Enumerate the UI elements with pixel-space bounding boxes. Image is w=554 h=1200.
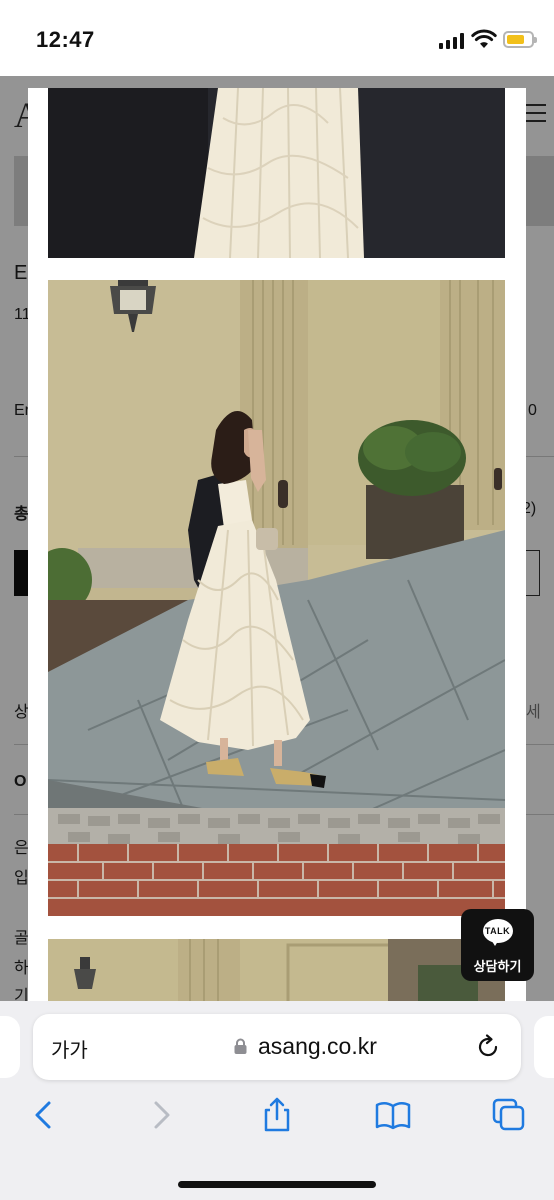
product-photo-skirt-detail (48, 88, 505, 258)
browser-bottom-bar: 가가 asang.co.kr (0, 1001, 554, 1200)
previous-tab-peek[interactable] (0, 1016, 20, 1078)
bookmarks-icon[interactable] (375, 1097, 411, 1133)
product-image-viewer[interactable] (28, 88, 526, 1001)
tabs-icon[interactable] (491, 1097, 527, 1133)
status-bar: 12:47 (0, 0, 554, 76)
chat-badge-text: TALK (484, 926, 511, 936)
back-icon[interactable] (25, 1097, 61, 1133)
reload-icon[interactable] (474, 1033, 502, 1061)
chat-consult-button[interactable]: TALK 상담하기 (461, 909, 534, 981)
battery-icon (503, 31, 537, 48)
product-photo-outfit (48, 280, 505, 916)
battery-level (507, 35, 524, 44)
share-icon[interactable] (259, 1097, 295, 1133)
wifi-icon (471, 29, 497, 48)
home-indicator (178, 1181, 376, 1188)
cellular-signal-icon (439, 33, 465, 49)
forward-icon[interactable] (144, 1097, 180, 1133)
chat-button-label: 상담하기 (473, 959, 522, 974)
next-tab-peek[interactable] (534, 1016, 554, 1078)
product-photo-next (48, 939, 505, 1001)
url-text[interactable]: asang.co.kr (258, 1033, 377, 1060)
lock-icon (234, 1038, 247, 1054)
page-settings-button[interactable]: 가가 (51, 1034, 88, 1063)
address-bar[interactable]: 가가 asang.co.kr (33, 1014, 521, 1080)
status-time: 12:47 (36, 27, 95, 52)
